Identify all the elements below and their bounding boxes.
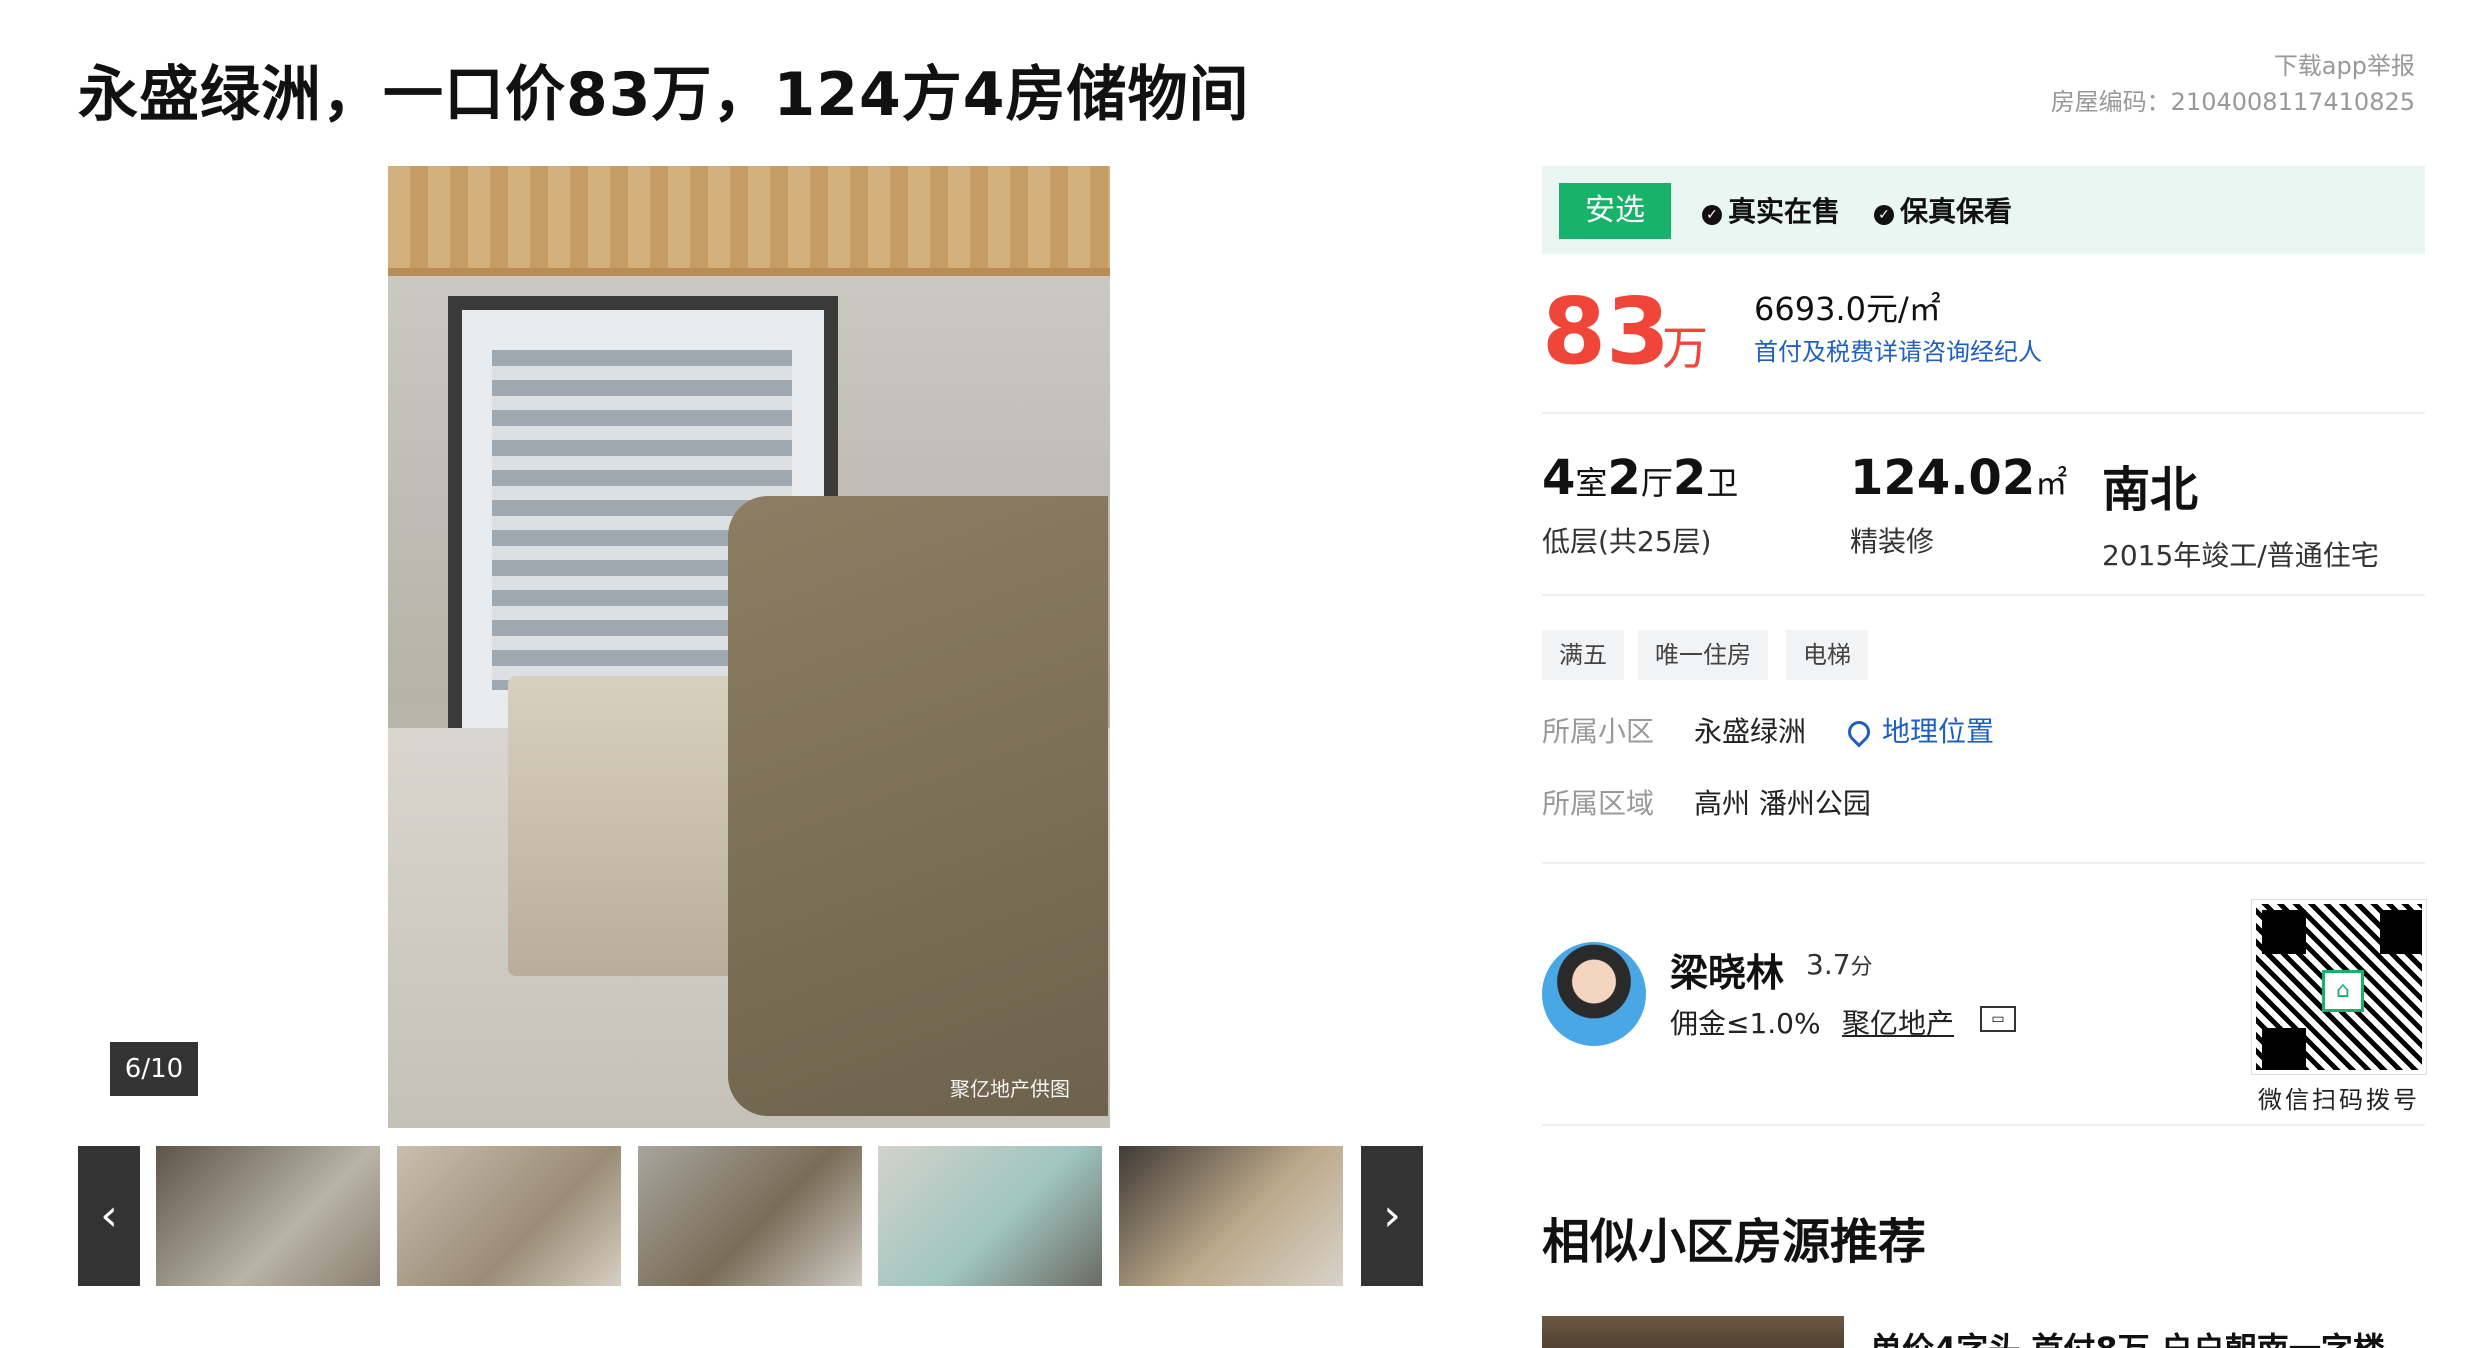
community-row: 所属小区 永盛绿洲 地理位置 xyxy=(1542,710,2425,782)
layout-value: 4室2厅2卫 xyxy=(1542,450,1739,506)
agent-avatar[interactable] xyxy=(1542,942,1646,1046)
thumbnail[interactable] xyxy=(156,1146,380,1286)
consult-agent-link[interactable]: 首付及税费详请咨询经纪人 xyxy=(1754,332,2042,367)
agent-commission: 佣金≤1.0% xyxy=(1670,1007,1821,1040)
orientation-value: 南北 xyxy=(2102,462,2199,518)
thumbnail[interactable] xyxy=(638,1146,862,1286)
tag: 唯一住房 xyxy=(1638,630,1768,680)
community-label: 所属小区 xyxy=(1542,715,1655,748)
chevron-right-icon: › xyxy=(1383,1190,1401,1241)
thumbnail[interactable] xyxy=(878,1146,1102,1286)
area-fact: 124.02㎡ 精装修 xyxy=(1850,450,2067,560)
community-value[interactable]: 永盛绿洲 xyxy=(1694,710,1806,750)
build-year-info: 2015年竣工/普通住宅 xyxy=(2102,539,2379,572)
agent-card: 梁晓林 3.7分 佣金≤1.0% 聚亿地产 ▭ ⌂ 微信扫码拨号 xyxy=(1542,864,2427,1126)
location-pin-icon xyxy=(1843,716,1875,748)
thumbnail[interactable] xyxy=(1119,1146,1343,1286)
agent-score: 3.7分 xyxy=(1806,948,1873,981)
badge-guaranteed-viewing: ✓ 保真保看 xyxy=(1874,190,2012,230)
floor-info: 低层(共25层) xyxy=(1542,525,1712,558)
prev-photo-button[interactable]: ‹ xyxy=(78,1146,140,1286)
region-value[interactable]: 高州 潘州公园 xyxy=(1694,782,1871,822)
orientation-fact: 南北 2015年竣工/普通住宅 xyxy=(2102,450,2379,574)
agent-company-link[interactable]: 聚亿地产 xyxy=(1842,1002,1954,1042)
photo-counter: 6/10 xyxy=(110,1042,198,1096)
chevron-left-icon: ‹ xyxy=(100,1190,118,1241)
anxuan-badge: 安选 xyxy=(1559,183,1671,239)
badge-real-for-sale: ✓ 真实在售 xyxy=(1702,190,1840,230)
map-location-link[interactable]: 地理位置 xyxy=(1843,710,1994,750)
house-facts: 4室2厅2卫 低层(共25层) 124.02㎡ 精装修 南北 2015年竣工/普… xyxy=(1542,414,2425,596)
anjuke-logo-icon: ⌂ xyxy=(2322,970,2364,1012)
similar-listing-title[interactable]: 单价4字头 首付8万 户户朝南一字楼 xyxy=(1870,1324,2385,1348)
qr-code: ⌂ xyxy=(2251,899,2427,1075)
tag: 满五 xyxy=(1542,630,1624,680)
business-card-icon[interactable]: ▭ xyxy=(1980,1006,2016,1032)
tag-list: 满五 唯一住房 电梯 xyxy=(1542,630,2425,710)
thumbnail-strip: ‹ › xyxy=(78,1146,1423,1286)
total-price: 83 xyxy=(1542,278,1671,385)
qr-caption: 微信扫码拨号 xyxy=(2258,1086,2420,1114)
report-link[interactable]: 下载app举报 xyxy=(2051,48,2415,84)
total-price-unit: 万 xyxy=(1662,321,1708,375)
main-photo[interactable]: 聚亿地产供图 xyxy=(388,166,1110,1128)
check-icon: ✓ xyxy=(1702,205,1722,225)
photo-table xyxy=(508,676,758,976)
unit-price: 6693.0元/㎡ xyxy=(1754,290,1941,328)
listing-title: 永盛绿洲，一口价83万，124方4房储物间 xyxy=(78,60,1250,130)
similar-listings-heading: 相似小区房源推荐 xyxy=(1542,1214,1927,1270)
top-meta: 下载app举报 房屋编码：2104008117410825 xyxy=(2051,48,2415,120)
layout-fact: 4室2厅2卫 低层(共25层) xyxy=(1542,450,1738,560)
agent-name[interactable]: 梁晓林 xyxy=(1670,942,1784,997)
next-photo-button[interactable]: › xyxy=(1361,1146,1423,1286)
check-icon: ✓ xyxy=(1874,205,1894,225)
decoration-info: 精装修 xyxy=(1850,525,1935,558)
area-value: 124.02㎡ xyxy=(1850,450,2068,506)
price-row: 83 万 6693.0元/㎡ 首付及税费详请咨询经纪人 xyxy=(1542,254,2425,414)
similar-listing-thumbnail[interactable] xyxy=(1542,1316,1844,1348)
photo-sofa xyxy=(728,496,1108,1116)
region-row: 所属区域 高州 潘州公园 xyxy=(1542,782,2425,854)
house-code: 房屋编码：2104008117410825 xyxy=(2050,88,2415,116)
listing-panel: 安选 ✓ 真实在售 ✓ 保真保看 83 万 6693.0元/㎡ 首付及税费详请咨询经… xyxy=(1542,166,2427,1348)
photo-credit: 聚亿地产供图 xyxy=(950,1077,1070,1101)
tag: 电梯 xyxy=(1786,630,1868,680)
thumbnail[interactable] xyxy=(397,1146,621,1286)
badge-bar: 安选 ✓ 真实在售 ✓ 保真保看 xyxy=(1542,166,2425,254)
photo-curtain xyxy=(388,166,1110,276)
region-label: 所属区域 xyxy=(1542,787,1655,820)
